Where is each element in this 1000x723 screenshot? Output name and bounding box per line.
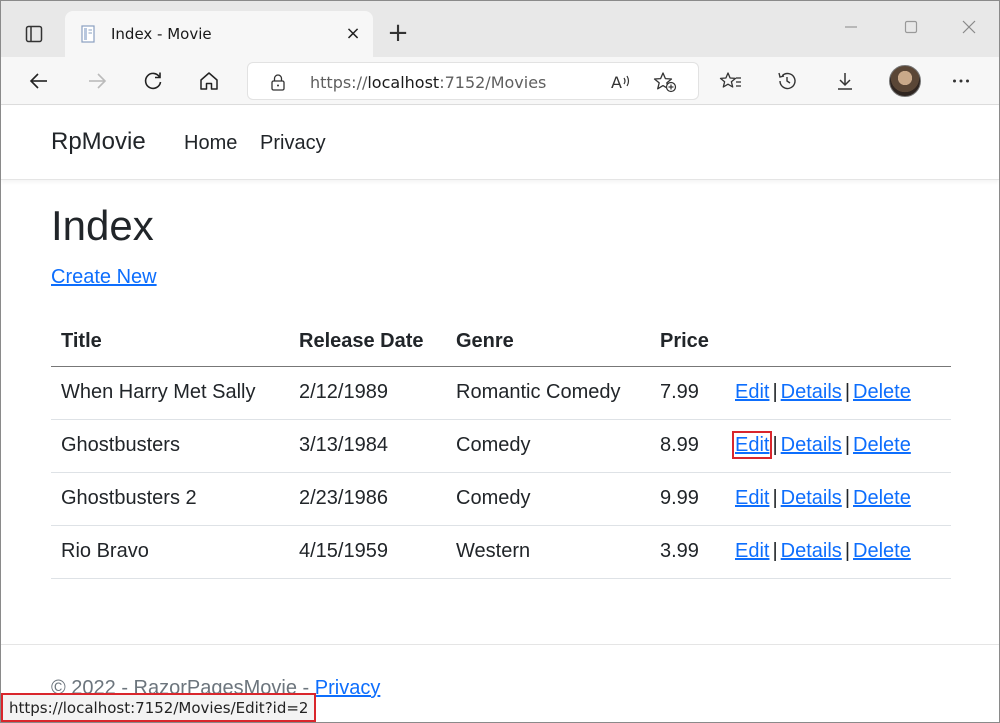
details-link[interactable]: Details (781, 540, 842, 562)
cell-actions: Edit | Details | Delete (725, 366, 951, 420)
delete-link[interactable]: Delete (853, 434, 911, 456)
delete-link[interactable]: Delete (853, 487, 911, 509)
read-aloud-icon[interactable]: A (608, 70, 634, 94)
separator: | (844, 540, 851, 562)
status-bar-url: https://localhost:7152/Movies/Edit?id=2 (1, 693, 317, 722)
cell-title: Rio Bravo (51, 525, 289, 579)
nav-home-link[interactable]: Home (184, 132, 237, 155)
header-title: Title (51, 318, 289, 367)
cell-genre: Comedy (446, 472, 650, 526)
delete-link[interactable]: Delete (853, 540, 911, 562)
cell-price: 3.99 (650, 525, 725, 579)
refresh-icon[interactable] (137, 65, 169, 97)
site-navbar: RpMovie Home Privacy (1, 106, 999, 180)
separator: | (844, 434, 851, 456)
separator: | (772, 487, 778, 509)
edit-link[interactable]: Edit (735, 381, 769, 403)
favorites-icon[interactable] (715, 65, 747, 97)
header-genre: Genre (446, 318, 650, 367)
tab-title: Index - Movie (111, 25, 212, 43)
footer-privacy-link[interactable]: Privacy (315, 677, 381, 699)
cell-actions: Edit | Details | Delete (725, 525, 951, 579)
separator: | (844, 487, 851, 509)
window-close-icon[interactable] (957, 17, 981, 41)
downloads-icon[interactable] (829, 65, 861, 97)
history-icon[interactable] (771, 65, 803, 97)
minimize-icon[interactable] (839, 17, 863, 41)
table-header-row: Title Release Date Genre Price (51, 318, 951, 367)
edit-link-highlighted[interactable]: Edit (731, 431, 773, 459)
profile-avatar[interactable] (889, 65, 921, 97)
cell-title: Ghostbusters 2 (51, 472, 289, 526)
table-row: Ghostbusters 2 2/23/1986 Comedy 9.99 Edi… (51, 472, 951, 526)
cell-title: Ghostbusters (51, 419, 289, 473)
tab-strip: Index - Movie × + (1, 1, 999, 57)
more-icon[interactable] (945, 65, 977, 97)
page-title: Index (51, 202, 154, 249)
lock-icon[interactable] (270, 73, 286, 96)
cell-title: When Harry Met Sally (51, 366, 289, 420)
cell-price: 8.99 (650, 419, 725, 473)
home-icon[interactable] (193, 65, 225, 97)
create-new-link[interactable]: Create New (51, 266, 157, 289)
nav-privacy-link[interactable]: Privacy (260, 132, 326, 155)
cell-release-date: 2/23/1986 (289, 472, 446, 526)
header-actions (725, 318, 951, 367)
plus-icon[interactable]: + (385, 20, 411, 47)
address-bar[interactable]: https://localhost:7152/Movies A (247, 62, 699, 100)
active-tab[interactable]: Index - Movie × (65, 11, 373, 57)
tab-actions-icon[interactable] (19, 19, 49, 49)
forward-arrow-icon[interactable] (81, 65, 113, 97)
cell-release-date: 2/12/1989 (289, 366, 446, 420)
close-icon[interactable]: × (343, 24, 363, 44)
cell-price: 7.99 (650, 366, 725, 420)
separator: | (772, 381, 778, 403)
header-release-date: Release Date (289, 318, 446, 367)
table-row: Ghostbusters 3/13/1984 Comedy 8.99 Edit |… (51, 419, 951, 473)
url-text[interactable]: https://localhost:7152/Movies (310, 73, 546, 92)
svg-text:A: A (611, 73, 622, 92)
browser-toolbar: https://localhost:7152/Movies A (1, 57, 999, 105)
maximize-icon[interactable] (899, 17, 923, 41)
separator: | (844, 381, 851, 403)
cell-genre: Romantic Comedy (446, 366, 650, 420)
edit-link[interactable]: Edit (735, 487, 769, 509)
favicon-icon (81, 25, 97, 43)
movies-table: Title Release Date Genre Price When Harr… (51, 318, 951, 579)
edit-link[interactable]: Edit (735, 540, 769, 562)
cell-price: 9.99 (650, 472, 725, 526)
details-link[interactable]: Details (781, 434, 842, 456)
details-link[interactable]: Details (781, 487, 842, 509)
cell-genre: Comedy (446, 419, 650, 473)
details-link[interactable]: Details (781, 381, 842, 403)
add-favorite-icon[interactable] (652, 70, 678, 94)
cell-release-date: 3/13/1984 (289, 419, 446, 473)
delete-link[interactable]: Delete (853, 381, 911, 403)
separator: | (772, 434, 778, 456)
site-brand[interactable]: RpMovie (51, 128, 146, 156)
separator: | (772, 540, 778, 562)
page-content: RpMovie Home Privacy Index Create New Ti… (1, 106, 999, 722)
cell-actions: Edit | Details | Delete (725, 419, 951, 473)
back-arrow-icon[interactable] (23, 65, 55, 97)
table-row: When Harry Met Sally 2/12/1989 Romantic … (51, 366, 951, 420)
cell-genre: Western (446, 525, 650, 579)
header-price: Price (650, 318, 725, 367)
browser-window: Index - Movie × + https://localhost:7152… (0, 0, 1000, 723)
cell-actions: Edit | Details | Delete (725, 472, 951, 526)
table-row: Rio Bravo 4/15/1959 Western 3.99 Edit | De… (51, 525, 951, 579)
cell-release-date: 4/15/1959 (289, 525, 446, 579)
